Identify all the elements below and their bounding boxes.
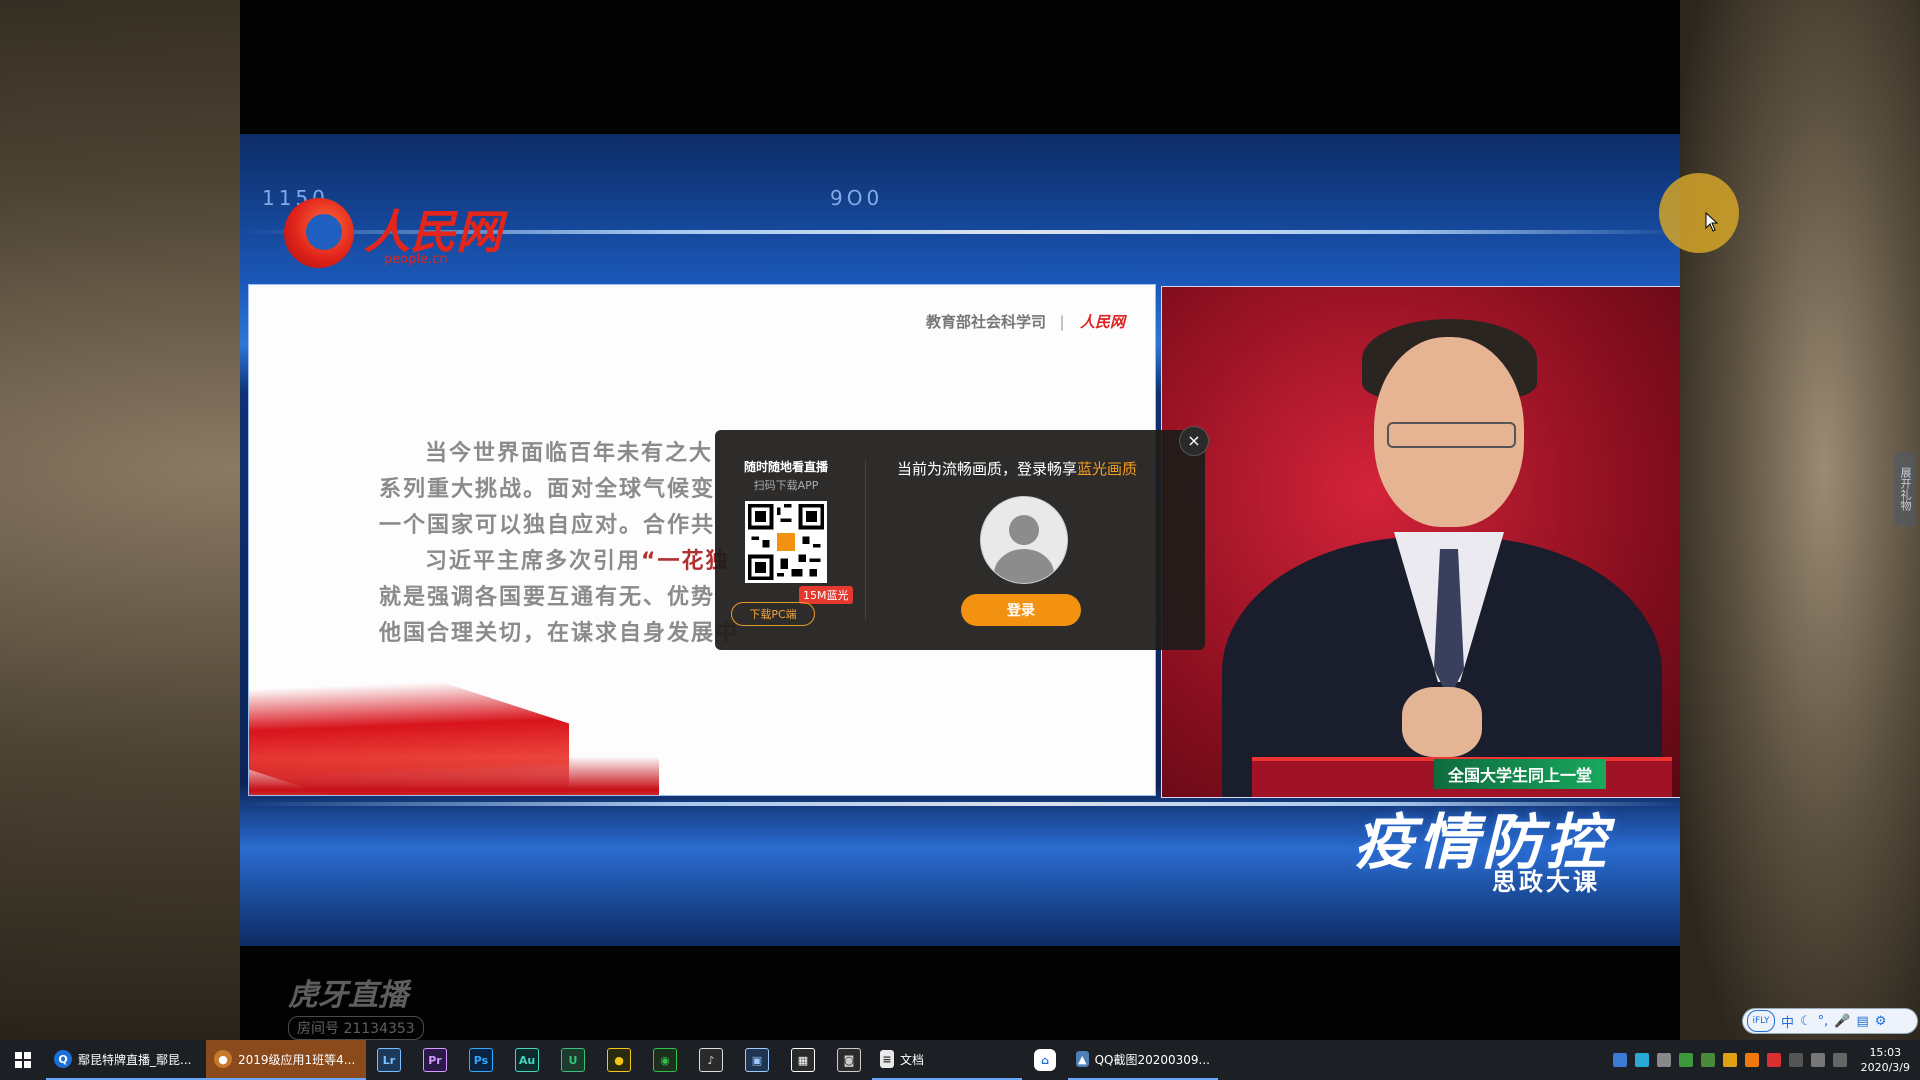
system-tray: 15:03 2020/3/9 — [1612, 1040, 1920, 1080]
login-button[interactable]: 登录 — [961, 594, 1081, 626]
close-icon[interactable]: × — [1179, 426, 1209, 456]
taskbar-pinned-app[interactable]: ♪ — [688, 1040, 734, 1080]
slide-line: 就是强调各国要互通有无、优势 — [379, 585, 716, 610]
ime-logo[interactable]: iFLY — [1747, 1010, 1775, 1032]
task-label: 文档 — [900, 1052, 925, 1067]
photoshop-icon: Ps — [469, 1048, 493, 1072]
speaker-glasses — [1387, 422, 1516, 448]
speaker-video: 全国大学生同上一堂 — [1161, 286, 1680, 798]
microphone-icon[interactable]: 🎤 — [1834, 1014, 1850, 1029]
calculator-icon: ▦ — [791, 1048, 815, 1072]
taskbar-pinned-app[interactable]: U — [550, 1040, 596, 1080]
camera-app-icon: ◙ — [837, 1048, 861, 1072]
app-download-promo: 随时随地看直播 扫码下载APP — [731, 458, 841, 583]
slide-line: 他国合理关切，在谋求自身发展中 — [379, 621, 740, 646]
ime-chinese-mode[interactable]: 中 — [1781, 1012, 1794, 1031]
taskbar-task-chat[interactable]: ● 2019级应用1班等4... — [206, 1040, 366, 1080]
divider — [865, 460, 866, 620]
watermark-brand: 虎牙直播 — [288, 978, 408, 1013]
clock-time: 15:03 — [1869, 1046, 1902, 1059]
chat-avatar-icon: ● — [214, 1050, 232, 1068]
promo-title: 随时随地看直播 — [743, 460, 828, 474]
taskbar-pinned-app[interactable]: Ps — [458, 1040, 504, 1080]
taskbar-pinned-app[interactable]: Au — [504, 1040, 550, 1080]
taskbar-pinned-app[interactable]: ● — [596, 1040, 642, 1080]
tray-app-icon[interactable] — [1634, 1053, 1649, 1067]
taskbar: Q 鄢昆特牌直播_鄢昆... ● 2019级应用1班等4... Lr Pr Ps Au… — [0, 1040, 1920, 1080]
avatar — [980, 496, 1068, 584]
brand-logo-mark — [284, 198, 354, 268]
brand-logo: 人民网 people.cn — [284, 192, 514, 272]
punctuation-icon[interactable]: °, — [1818, 1014, 1829, 1029]
slide-line: 一个国家可以独自应对。合作共 — [379, 513, 716, 538]
system-clock[interactable]: 15:03 2020/3/9 — [1861, 1045, 1910, 1075]
speaker-hand — [1402, 687, 1482, 757]
gear-icon[interactable]: ⚙ — [1875, 1014, 1887, 1029]
quality-highlight: 蓝光画质 — [1077, 460, 1138, 478]
slide-line: 习近平主席多次引用“一花独 — [425, 549, 730, 574]
taskbar-network-app[interactable]: ⌂ — [1022, 1040, 1068, 1080]
slide-header-org: 教育部社会科学司 — [926, 313, 1047, 331]
ime-toolbar[interactable]: iFLY 中 ☾ °, 🎤 ▤ ⚙ — [1742, 1008, 1918, 1034]
window-app-icon: ▣ — [745, 1048, 769, 1072]
volume-icon[interactable] — [1810, 1053, 1825, 1067]
shield-icon[interactable] — [1722, 1053, 1737, 1067]
qr-code — [745, 501, 827, 583]
quality-message: 当前为流畅画质，登录畅享蓝光画质 — [897, 460, 1138, 478]
premiere-icon: Pr — [423, 1048, 447, 1072]
slide-header-logo: 人民网 — [1079, 313, 1125, 331]
wifi-icon[interactable] — [1832, 1053, 1847, 1067]
taskbar-pinned-app[interactable]: Lr — [366, 1040, 412, 1080]
microphone-app-icon: ♪ — [699, 1048, 723, 1072]
speaker-caption: 全国大学生同上一堂 — [1434, 759, 1607, 789]
taskbar-task-browser[interactable]: Q 鄢昆特牌直播_鄢昆... — [46, 1040, 206, 1080]
watermark-room-id: 房间号 21134353 — [288, 1016, 424, 1040]
moon-icon[interactable]: ☾ — [1800, 1014, 1812, 1029]
login-prompt-dialog: × 随时随地看直播 扫码下载APP 15M蓝光 下载PC端 当前为流畅画质，登录… — [715, 426, 1209, 650]
task-label: 鄢昆特牌直播_鄢昆... — [78, 1052, 192, 1067]
program-subtitle: 思政大课 — [1492, 868, 1600, 896]
slide-line: 系列重大挑战。面对全球气候变 — [379, 477, 716, 502]
task-label: 2019级应用1班等4... — [238, 1052, 356, 1067]
desktop-background-right — [1680, 0, 1920, 1040]
browser-icon: Q — [54, 1050, 72, 1068]
taskbar-task-document[interactable]: ≡ 文档 — [872, 1040, 1022, 1080]
tray-app-icon[interactable] — [1612, 1053, 1627, 1067]
clock-date: 2020/3/9 — [1860, 1061, 1910, 1074]
slide-line: 当今世界面临百年未有之大 — [425, 441, 714, 466]
tray-app-icon[interactable] — [1700, 1053, 1715, 1067]
cursor-highlight — [1659, 173, 1739, 253]
tray-app-icon[interactable] — [1678, 1053, 1693, 1067]
audition-icon: Au — [515, 1048, 539, 1072]
taskbar-pinned-app[interactable]: ▣ — [734, 1040, 780, 1080]
tray-app-icon[interactable] — [1744, 1053, 1759, 1067]
document-icon: ≡ — [880, 1050, 894, 1068]
brand-logo-sub: people.cn — [384, 252, 448, 267]
task-label: QQ截图20200309... — [1094, 1052, 1210, 1067]
taskbar-pinned-app[interactable]: ◙ — [826, 1040, 872, 1080]
taskbar-pinned-app[interactable]: ▦ — [780, 1040, 826, 1080]
keyboard-icon[interactable]: ▤ — [1857, 1014, 1869, 1029]
tray-app-icon[interactable] — [1788, 1053, 1803, 1067]
taskbar-task-screenshot[interactable]: ▲ QQ截图20200309... — [1068, 1040, 1218, 1080]
start-button[interactable] — [0, 1040, 46, 1080]
promo-subtitle: 扫码下载APP — [753, 479, 819, 492]
tray-app-icon[interactable] — [1766, 1053, 1781, 1067]
network-app-icon: ⌂ — [1034, 1049, 1056, 1071]
wechat-icon: ◉ — [653, 1048, 677, 1072]
platform-watermark: 虎牙直播 房间号 21134353 — [288, 970, 424, 1040]
download-pc-button[interactable]: 下载PC端 — [731, 602, 815, 626]
image-icon: ▲ — [1076, 1051, 1089, 1067]
app-u-icon: U — [561, 1048, 585, 1072]
lightroom-icon: Lr — [377, 1048, 401, 1072]
taskbar-pinned-app[interactable]: ◉ — [642, 1040, 688, 1080]
taskbar-pinned-app[interactable]: Pr — [412, 1040, 458, 1080]
frame-code: 9O0 — [830, 186, 884, 210]
slide-header: 教育部社会科学司 | 人民网 — [926, 313, 1125, 331]
colorful-app-icon: ● — [607, 1048, 631, 1072]
tray-app-icon[interactable] — [1656, 1053, 1671, 1067]
gift-panel-toggle[interactable]: 展开礼物 — [1894, 452, 1916, 526]
windows-icon — [15, 1052, 31, 1068]
hd-badge: 15M蓝光 — [799, 586, 853, 604]
